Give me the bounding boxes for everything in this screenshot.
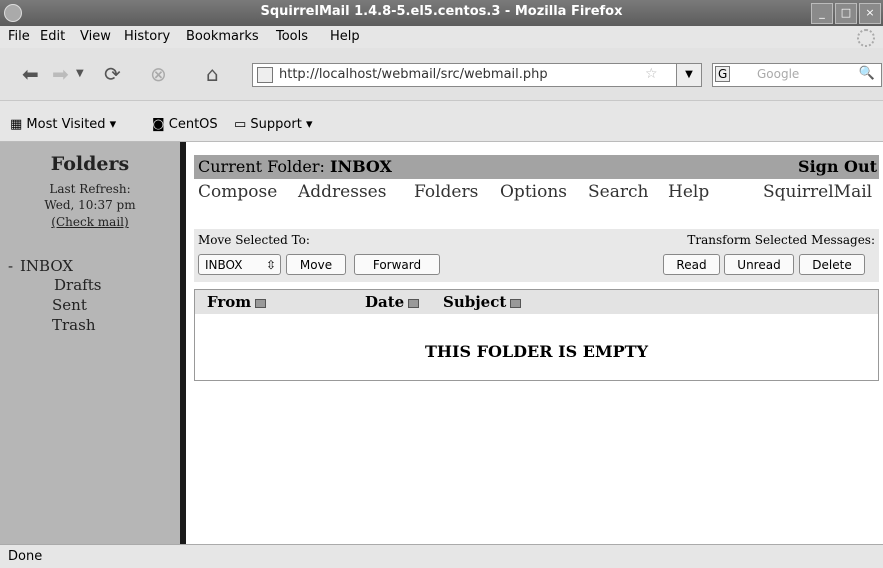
column-date[interactable]: Date xyxy=(365,293,420,311)
close-icon[interactable]: × xyxy=(859,3,881,24)
search-link[interactable]: Search xyxy=(588,182,648,202)
window-titlebar: SquirrelMail 1.4.8-5.el5.centos.3 - Mozi… xyxy=(0,0,883,26)
menu-edit[interactable]: Edit xyxy=(40,29,65,44)
read-button[interactable]: Read xyxy=(663,254,720,275)
unread-button[interactable]: Unread xyxy=(724,254,794,275)
bookmark-most-visited[interactable]: ▦ Most Visited ▾ xyxy=(10,117,116,132)
bookmark-label: Support xyxy=(250,117,302,132)
sort-icon[interactable] xyxy=(408,298,420,308)
addresses-link[interactable]: Addresses xyxy=(298,182,386,202)
folder-inbox[interactable]: INBOX xyxy=(20,257,73,275)
url-text[interactable]: http://localhost/webmail/src/webmail.php xyxy=(279,67,548,82)
search-placeholder: Google xyxy=(757,67,800,81)
home-icon[interactable]: ⌂ xyxy=(206,62,219,86)
menu-help[interactable]: Help xyxy=(330,29,360,44)
transform-selected-label: Transform Selected Messages: xyxy=(687,233,875,247)
move-target-select[interactable]: INBOX ⇳ xyxy=(198,254,281,275)
message-list: From Date Subject THIS FOLDER IS EMPTY xyxy=(194,289,879,381)
compose-link[interactable]: Compose xyxy=(198,182,277,202)
menu-file[interactable]: File xyxy=(8,29,30,44)
back-icon[interactable]: ⬅ xyxy=(22,62,39,86)
page-favicon-icon xyxy=(257,67,273,83)
nav-toolbar: ⬅ ➡ ▼ ⟳ ⊗ ⌂ http://localhost/webmail/src… xyxy=(0,48,883,101)
folder-sent[interactable]: Sent xyxy=(52,296,87,314)
current-folder-bar: Current Folder: INBOX Sign Out xyxy=(194,155,879,179)
bookmark-label: Most Visited xyxy=(26,117,106,132)
menu-history[interactable]: History xyxy=(124,29,170,44)
move-target-value: INBOX xyxy=(205,258,243,272)
empty-folder-message: THIS FOLDER IS EMPTY xyxy=(425,342,648,361)
bookmark-centos[interactable]: ◙ CentOS xyxy=(152,117,218,132)
url-dropdown-icon[interactable]: ▼ xyxy=(676,64,701,86)
move-selected-label: Move Selected To: xyxy=(198,233,310,247)
message-list-header: From Date Subject xyxy=(195,290,878,314)
last-refresh-label: Last Refresh: xyxy=(49,182,131,196)
menu-view[interactable]: View xyxy=(80,29,111,44)
column-subject[interactable]: Subject xyxy=(443,293,522,311)
bookmark-support[interactable]: ▭ Support ▾ xyxy=(234,117,312,132)
folder-trash[interactable]: Trash xyxy=(52,316,95,334)
status-text: Done xyxy=(8,549,43,564)
menu-bookmarks[interactable]: Bookmarks xyxy=(186,29,259,44)
status-bar: Done xyxy=(0,544,883,568)
bookmark-label: CentOS xyxy=(168,117,218,132)
folder-drafts[interactable]: Drafts xyxy=(54,276,101,294)
options-link[interactable]: Options xyxy=(500,182,567,202)
stop-icon[interactable]: ⊗ xyxy=(150,62,167,86)
page-content: Folders Last Refresh: Wed, 10:37 pm (Che… xyxy=(0,142,883,544)
reload-icon[interactable]: ⟳ xyxy=(104,62,121,86)
sign-out-link[interactable]: Sign Out xyxy=(798,157,877,176)
url-bar[interactable]: http://localhost/webmail/src/webmail.php… xyxy=(252,63,702,87)
forward-button[interactable]: Forward xyxy=(354,254,440,275)
throbber-icon xyxy=(857,29,875,47)
folders-title: Folders xyxy=(50,153,130,175)
check-mail-link[interactable]: (Check mail) xyxy=(0,215,180,229)
column-subject-label: Subject xyxy=(443,293,507,311)
current-folder-name: INBOX xyxy=(329,157,392,176)
minimize-icon[interactable]: _ xyxy=(811,3,833,24)
delete-button[interactable]: Delete xyxy=(799,254,865,275)
search-bar[interactable]: G Google 🔍 xyxy=(712,63,882,87)
move-button[interactable]: Move xyxy=(286,254,346,275)
sort-icon[interactable] xyxy=(510,298,522,308)
select-arrows-icon: ⇳ xyxy=(265,258,276,272)
current-folder: Current Folder: INBOX xyxy=(198,157,392,176)
bookmarks-toolbar: ▦ Most Visited ▾ ◙ CentOS ▭ Support ▾ xyxy=(0,101,883,142)
folders-link[interactable]: Folders xyxy=(414,182,478,202)
bookmark-star-icon[interactable]: ☆ xyxy=(645,66,658,82)
column-from[interactable]: From xyxy=(207,293,267,311)
maximize-icon[interactable]: □ xyxy=(835,3,857,24)
squirrelmail-link[interactable]: SquirrelMail xyxy=(763,182,872,202)
folder-prefix: - xyxy=(8,257,14,275)
column-from-label: From xyxy=(207,293,252,311)
last-refresh-time: Wed, 10:37 pm xyxy=(44,198,136,212)
current-folder-label: Current Folder: xyxy=(198,157,325,176)
history-dropdown-icon[interactable]: ▼ xyxy=(76,68,84,79)
help-link[interactable]: Help xyxy=(668,182,709,202)
folders-pane: Folders Last Refresh: Wed, 10:37 pm (Che… xyxy=(0,142,180,544)
sort-icon[interactable] xyxy=(255,298,267,308)
message-actions-bar: Move Selected To: Transform Selected Mes… xyxy=(194,229,879,282)
column-date-label: Date xyxy=(365,293,405,311)
message-pane: Current Folder: INBOX Sign Out Compose A… xyxy=(186,142,883,544)
window-title: SquirrelMail 1.4.8-5.el5.centos.3 - Mozi… xyxy=(260,4,623,19)
forward-icon[interactable]: ➡ xyxy=(52,62,69,86)
menu-tools[interactable]: Tools xyxy=(276,29,308,44)
menu-bar: File Edit View History Bookmarks Tools H… xyxy=(0,26,883,48)
search-engine-icon[interactable]: G xyxy=(715,66,731,82)
search-icon[interactable]: 🔍 xyxy=(859,66,875,81)
